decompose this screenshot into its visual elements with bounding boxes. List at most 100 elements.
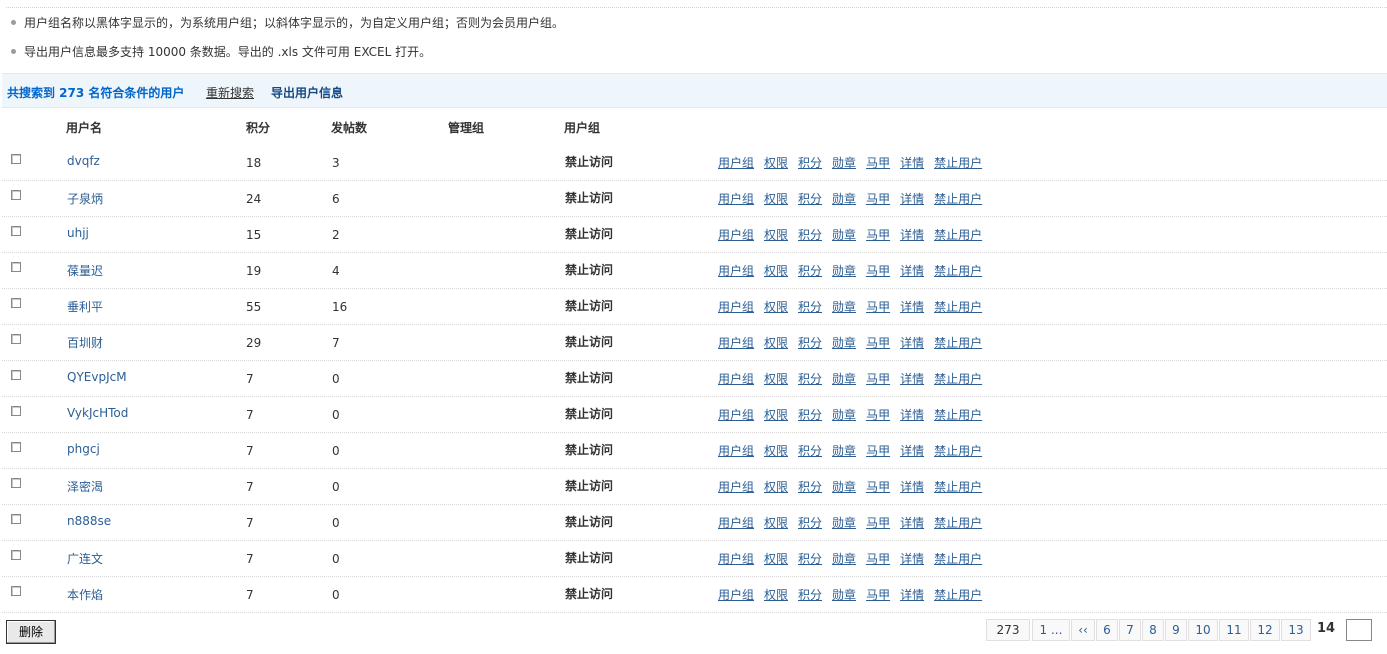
action-credits-link[interactable]: 积分	[798, 300, 822, 314]
action-ban-user-link[interactable]: 禁止用户	[934, 372, 982, 386]
action-sockpuppet-link[interactable]: 马甲	[866, 480, 890, 494]
action-permissions-link[interactable]: 权限	[764, 156, 788, 170]
action-sockpuppet-link[interactable]: 马甲	[866, 588, 890, 602]
action-sockpuppet-link[interactable]: 马甲	[866, 516, 890, 530]
action-medals-link[interactable]: 勋章	[832, 300, 856, 314]
action-usergroup-link[interactable]: 用户组	[718, 480, 754, 494]
row-checkbox[interactable]	[11, 550, 21, 560]
username-link[interactable]: 百圳财	[67, 334, 103, 351]
action-medals-link[interactable]: 勋章	[832, 192, 856, 206]
pagination-page[interactable]: 9	[1165, 619, 1187, 641]
action-sockpuppet-link[interactable]: 马甲	[866, 192, 890, 206]
action-credits-link[interactable]: 积分	[798, 156, 822, 170]
username-link[interactable]: n888se	[67, 514, 111, 528]
action-permissions-link[interactable]: 权限	[764, 408, 788, 422]
action-credits-link[interactable]: 积分	[798, 408, 822, 422]
action-ban-user-link[interactable]: 禁止用户	[934, 336, 982, 350]
action-sockpuppet-link[interactable]: 马甲	[866, 264, 890, 278]
action-ban-user-link[interactable]: 禁止用户	[934, 516, 982, 530]
action-ban-user-link[interactable]: 禁止用户	[934, 588, 982, 602]
action-details-link[interactable]: 详情	[900, 480, 924, 494]
action-ban-user-link[interactable]: 禁止用户	[934, 408, 982, 422]
username-link[interactable]: 葆量迟	[67, 262, 103, 279]
action-sockpuppet-link[interactable]: 马甲	[866, 408, 890, 422]
action-sockpuppet-link[interactable]: 马甲	[866, 156, 890, 170]
action-medals-link[interactable]: 勋章	[832, 408, 856, 422]
action-ban-user-link[interactable]: 禁止用户	[934, 300, 982, 314]
action-usergroup-link[interactable]: 用户组	[718, 588, 754, 602]
action-ban-user-link[interactable]: 禁止用户	[934, 480, 982, 494]
username-link[interactable]: VykJcHTod	[67, 406, 128, 420]
pagination-page[interactable]: 12	[1250, 619, 1280, 641]
action-permissions-link[interactable]: 权限	[764, 300, 788, 314]
action-usergroup-link[interactable]: 用户组	[718, 408, 754, 422]
pagination-first[interactable]: 1 ...	[1032, 619, 1070, 641]
row-checkbox[interactable]	[11, 586, 21, 596]
action-sockpuppet-link[interactable]: 马甲	[866, 552, 890, 566]
action-usergroup-link[interactable]: 用户组	[718, 192, 754, 206]
row-checkbox[interactable]	[11, 514, 21, 524]
action-medals-link[interactable]: 勋章	[832, 372, 856, 386]
action-medals-link[interactable]: 勋章	[832, 480, 856, 494]
action-credits-link[interactable]: 积分	[798, 552, 822, 566]
action-usergroup-link[interactable]: 用户组	[718, 552, 754, 566]
pagination-page[interactable]: 7	[1119, 619, 1141, 641]
action-credits-link[interactable]: 积分	[798, 336, 822, 350]
action-details-link[interactable]: 详情	[900, 228, 924, 242]
action-medals-link[interactable]: 勋章	[832, 336, 856, 350]
row-checkbox[interactable]	[11, 298, 21, 308]
row-checkbox[interactable]	[11, 154, 21, 164]
pagination-page[interactable]: 10	[1188, 619, 1218, 641]
action-credits-link[interactable]: 积分	[798, 444, 822, 458]
row-checkbox[interactable]	[11, 262, 21, 272]
research-link[interactable]: 重新搜索	[206, 84, 254, 101]
action-medals-link[interactable]: 勋章	[832, 264, 856, 278]
action-credits-link[interactable]: 积分	[798, 228, 822, 242]
pagination-page[interactable]: 8	[1142, 619, 1164, 641]
row-checkbox[interactable]	[11, 334, 21, 344]
action-permissions-link[interactable]: 权限	[764, 588, 788, 602]
action-details-link[interactable]: 详情	[900, 552, 924, 566]
action-medals-link[interactable]: 勋章	[832, 156, 856, 170]
action-ban-user-link[interactable]: 禁止用户	[934, 156, 982, 170]
action-medals-link[interactable]: 勋章	[832, 552, 856, 566]
username-link[interactable]: QYEvpJcM	[67, 370, 127, 384]
action-usergroup-link[interactable]: 用户组	[718, 516, 754, 530]
action-details-link[interactable]: 详情	[900, 516, 924, 530]
page-jump-input[interactable]	[1346, 619, 1372, 641]
action-credits-link[interactable]: 积分	[798, 372, 822, 386]
action-permissions-link[interactable]: 权限	[764, 228, 788, 242]
action-sockpuppet-link[interactable]: 马甲	[866, 300, 890, 314]
action-ban-user-link[interactable]: 禁止用户	[934, 444, 982, 458]
action-permissions-link[interactable]: 权限	[764, 552, 788, 566]
row-checkbox[interactable]	[11, 226, 21, 236]
action-sockpuppet-link[interactable]: 马甲	[866, 336, 890, 350]
username-link[interactable]: phgcj	[67, 442, 100, 456]
row-checkbox[interactable]	[11, 406, 21, 416]
action-credits-link[interactable]: 积分	[798, 516, 822, 530]
action-permissions-link[interactable]: 权限	[764, 516, 788, 530]
action-usergroup-link[interactable]: 用户组	[718, 156, 754, 170]
action-medals-link[interactable]: 勋章	[832, 228, 856, 242]
delete-button[interactable]: 删除	[6, 620, 56, 644]
action-details-link[interactable]: 详情	[900, 300, 924, 314]
username-link[interactable]: dvqfz	[67, 154, 100, 168]
action-sockpuppet-link[interactable]: 马甲	[866, 372, 890, 386]
action-permissions-link[interactable]: 权限	[764, 480, 788, 494]
action-ban-user-link[interactable]: 禁止用户	[934, 264, 982, 278]
username-link[interactable]: 广连文	[67, 550, 103, 567]
action-credits-link[interactable]: 积分	[798, 480, 822, 494]
action-permissions-link[interactable]: 权限	[764, 264, 788, 278]
action-medals-link[interactable]: 勋章	[832, 588, 856, 602]
action-usergroup-link[interactable]: 用户组	[718, 444, 754, 458]
pagination-prev[interactable]: ‹‹	[1071, 619, 1095, 641]
action-details-link[interactable]: 详情	[900, 588, 924, 602]
username-link[interactable]: 泽密渴	[67, 478, 103, 495]
username-link[interactable]: 子泉炳	[67, 190, 103, 207]
row-checkbox[interactable]	[11, 442, 21, 452]
action-medals-link[interactable]: 勋章	[832, 516, 856, 530]
pagination-page[interactable]: 6	[1096, 619, 1118, 641]
action-medals-link[interactable]: 勋章	[832, 444, 856, 458]
action-details-link[interactable]: 详情	[900, 156, 924, 170]
action-usergroup-link[interactable]: 用户组	[718, 264, 754, 278]
